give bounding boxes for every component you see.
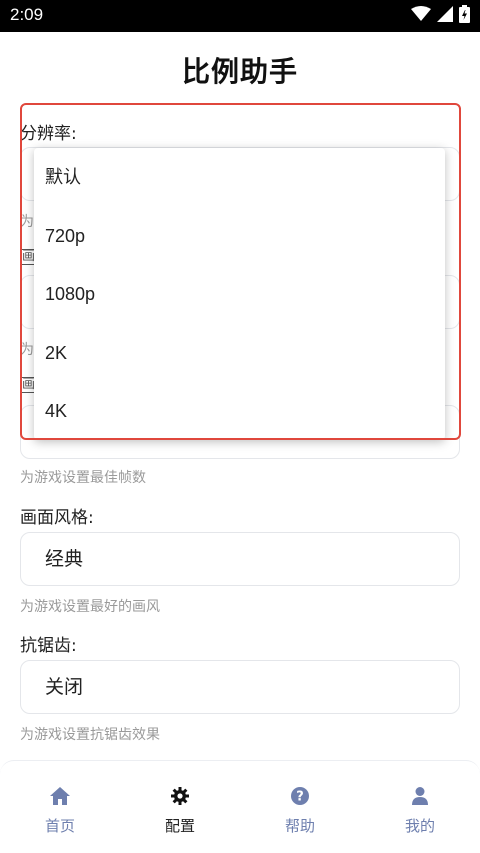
svg-text:?: ? <box>296 790 304 805</box>
dropdown-option-1080p[interactable]: 1080p <box>34 265 445 324</box>
dropdown-option-2k[interactable]: 2K <box>34 324 445 383</box>
style-select[interactable]: 经典 <box>20 532 460 586</box>
battery-icon <box>459 5 470 27</box>
style-hint: 为游戏设置最好的画风 <box>20 599 160 615</box>
antialias-select[interactable]: 关闭 <box>20 660 460 714</box>
partial-hint-2: 为 <box>20 342 34 358</box>
dropdown-option-720p[interactable]: 720p <box>34 207 445 266</box>
status-icons <box>411 5 470 27</box>
dropdown-option-4k[interactable]: 4K <box>34 382 445 440</box>
fps-hint: 为游戏设置最佳帧数 <box>20 470 146 486</box>
gear-icon <box>169 785 191 807</box>
nav-item-home[interactable]: 首页 <box>0 761 120 853</box>
status-bar: 2:09 <box>0 0 480 32</box>
antialias-hint: 为游戏设置抗锯齿效果 <box>20 727 160 743</box>
antialias-label: 抗锯齿: <box>20 636 77 656</box>
nav-label-config: 配置 <box>164 817 195 835</box>
style-label: 画面风格: <box>20 508 94 528</box>
nav-item-config[interactable]: 配置 <box>120 761 240 853</box>
page-title: 比例助手 <box>181 55 298 88</box>
nav-item-me[interactable]: 我的 <box>360 761 480 853</box>
resolution-label: 分辨率: <box>20 124 77 144</box>
dropdown-option-default[interactable]: 默认 <box>34 148 445 207</box>
wifi-icon <box>411 6 431 26</box>
status-time: 2:09 <box>10 5 44 24</box>
nav-label-me: 我的 <box>404 817 435 835</box>
partial-hint-1: 为 <box>20 214 34 230</box>
nav-label-help: 帮助 <box>284 817 315 835</box>
home-icon <box>49 785 71 807</box>
cellular-icon <box>437 6 453 26</box>
nav-item-help[interactable]: ? 帮助 <box>240 761 360 853</box>
bottom-nav: 首页 配置 ? 帮助 我的 <box>0 760 480 853</box>
nav-label-home: 首页 <box>44 817 75 835</box>
help-icon: ? <box>289 785 311 807</box>
resolution-dropdown[interactable]: 默认 720p 1080p 2K 4K <box>34 148 445 440</box>
user-icon <box>409 785 431 807</box>
